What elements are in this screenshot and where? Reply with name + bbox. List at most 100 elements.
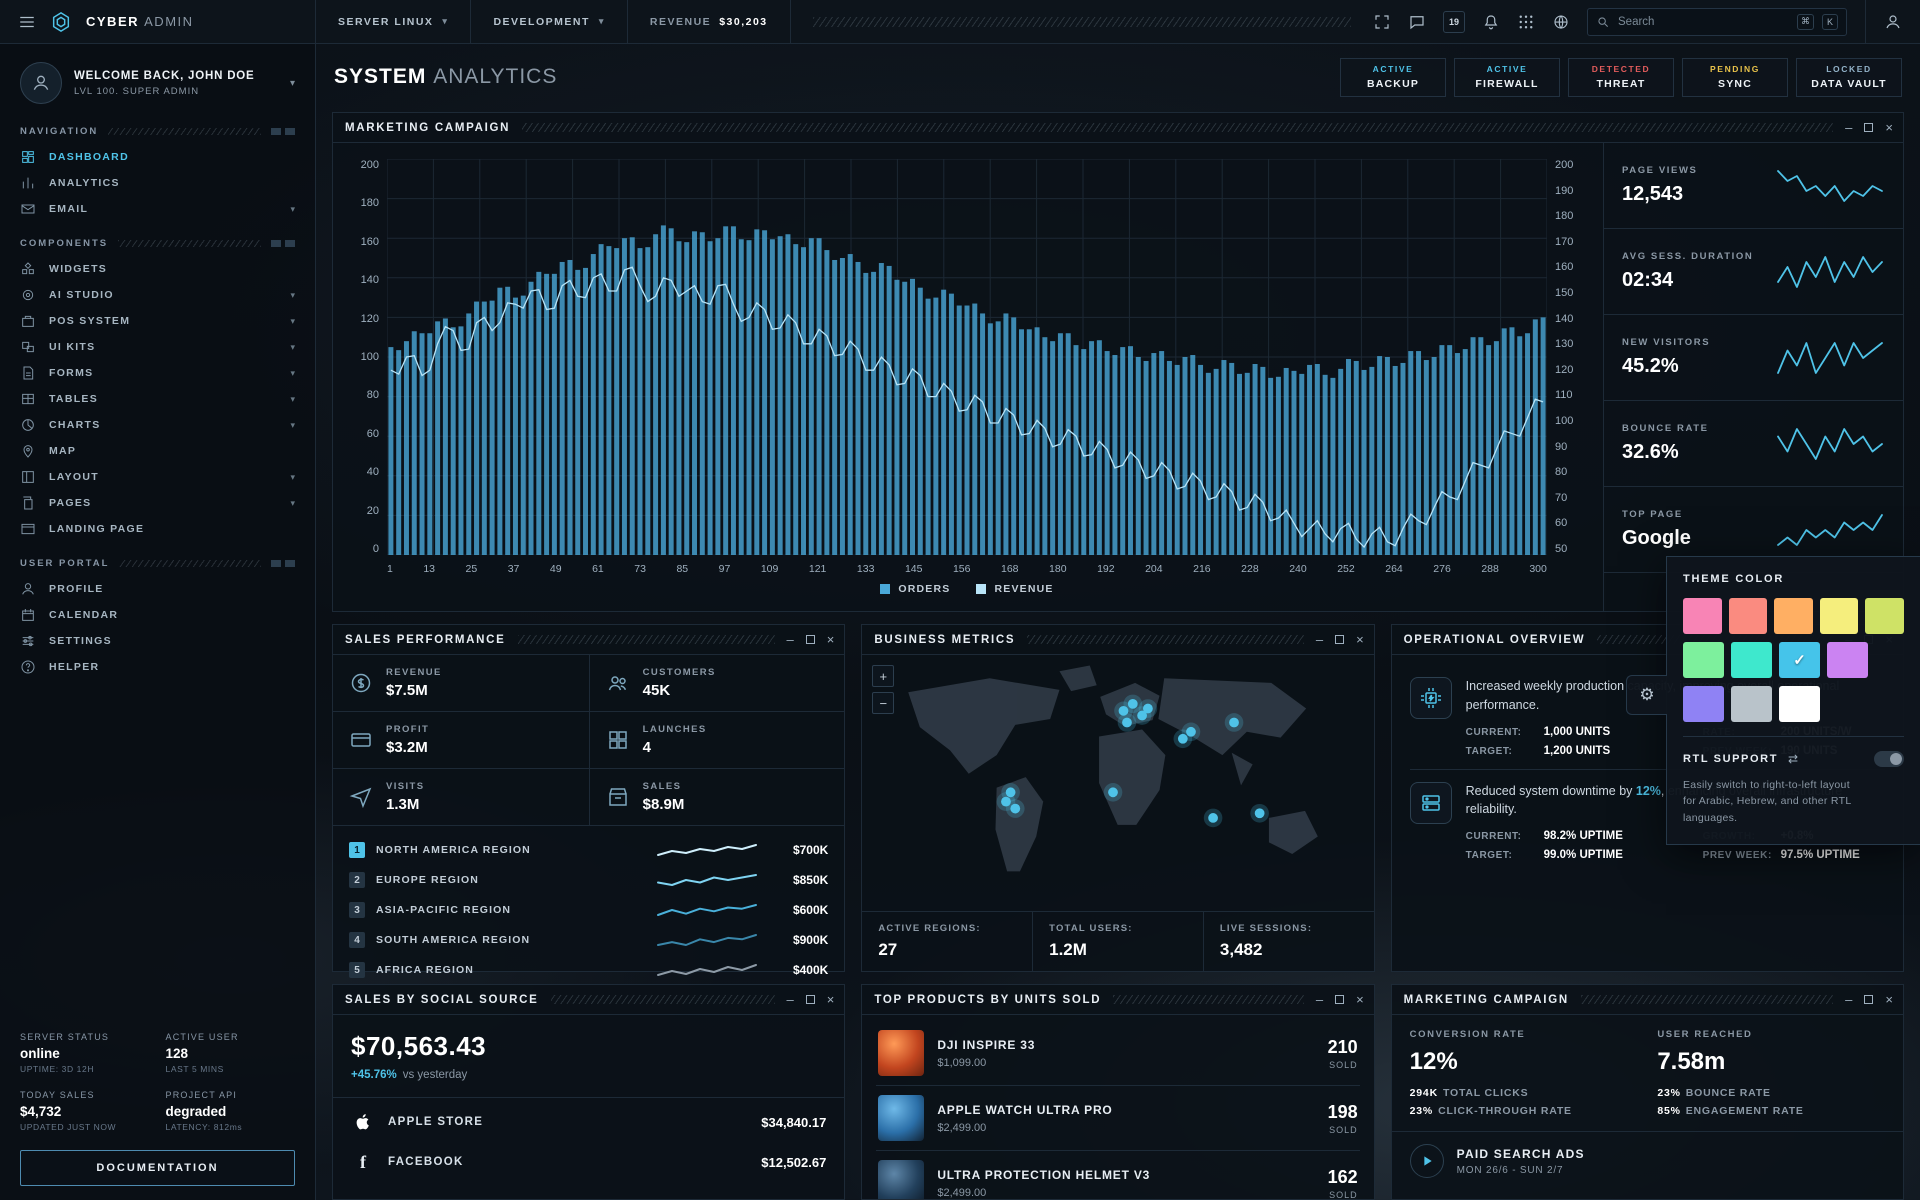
sidebar-sections: NAVIGATIONDASHBOARDANALYTICSEMAIL▾COMPON… [20, 110, 295, 680]
theme-swatch-f884b5[interactable] [1683, 598, 1722, 634]
theme-swatch-ffaf63[interactable] [1774, 598, 1813, 634]
sidebar-item-map[interactable]: MAP [20, 438, 295, 464]
sidebar-item-widgets[interactable]: WIDGETS [20, 256, 295, 282]
maximize-icon[interactable] [806, 635, 815, 644]
sidebar-item-pages[interactable]: PAGES▾ [20, 490, 295, 516]
maximize-icon[interactable] [1864, 995, 1873, 1004]
minimize-icon[interactable]: – [787, 993, 794, 1006]
minimize-icon[interactable]: – [1845, 121, 1852, 134]
social-row-facebook[interactable]: fFACEBOOK$12,502.67 [351, 1142, 826, 1182]
region-row-africa-region[interactable]: 5AFRICA REGION$400K [349, 955, 828, 985]
section-handle [271, 240, 295, 247]
region-row-europe-region[interactable]: 2EUROPE REGION$850K [349, 865, 828, 895]
left-axis: 200180160140120100806040200 [339, 159, 379, 555]
maximize-icon[interactable] [1335, 995, 1344, 1004]
chevron-down-icon: ▾ [290, 78, 295, 89]
user-menu[interactable] [1865, 0, 1920, 43]
visits-icon [349, 785, 373, 809]
ops-stat-target: TARGET:99.0% UPTIME [1466, 849, 1685, 861]
maximize-icon[interactable] [806, 995, 815, 1004]
region-row-north-america-region[interactable]: 1NORTH AMERICA REGION$700K [349, 835, 828, 865]
close-icon[interactable]: × [1356, 633, 1364, 646]
chat-icon[interactable] [1408, 13, 1426, 31]
ops-stat-current: CURRENT:1,000 UNITS [1466, 726, 1685, 738]
sidebar-item-layout[interactable]: LAYOUT▾ [20, 464, 295, 490]
social-total: $70,563.43 [351, 1031, 826, 1062]
metric-visits: VISITS1.3M [333, 769, 589, 826]
documentation-button[interactable]: DOCUMENTATION [20, 1150, 295, 1186]
maximize-icon[interactable] [1335, 635, 1344, 644]
product-row-ultra-protection-helmet-v3[interactable]: ULTRA PROTECTION HELMET V3$2,499.00162SO… [876, 1150, 1359, 1199]
minimize-icon[interactable]: – [1316, 633, 1323, 646]
badge-data-vault[interactable]: LOCKEDDATA VAULT [1796, 58, 1902, 97]
minimize-icon[interactable]: – [787, 633, 794, 646]
sidebar-item-dashboard[interactable]: DASHBOARD [20, 144, 295, 170]
chart-plot[interactable] [387, 159, 1547, 555]
theme-swatch-fa8b80[interactable] [1729, 598, 1768, 634]
sidebar-item-forms[interactable]: FORMS▾ [20, 360, 295, 386]
theme-swatch-f5ee7d[interactable] [1820, 598, 1859, 634]
user-icon [1884, 13, 1902, 31]
notifications-bell-icon[interactable] [1482, 13, 1500, 31]
product-row-apple-watch-ultra-pro[interactable]: APPLE WATCH ULTRA PRO$2,499.00198SOLD [876, 1085, 1359, 1150]
badge-backup[interactable]: ACTIVEBACKUP [1340, 58, 1446, 97]
map-zoom-out-button[interactable]: − [872, 692, 894, 714]
sidebar-item-landing-page[interactable]: LANDING PAGE [20, 516, 295, 542]
sidebar-item-charts[interactable]: CHARTS▾ [20, 412, 295, 438]
sidebar-item-email[interactable]: EMAIL▾ [20, 196, 295, 222]
sidebar-item-tables[interactable]: TABLES▾ [20, 386, 295, 412]
app-title: CYBER ADMIN [86, 14, 194, 29]
maximize-icon[interactable] [1864, 123, 1873, 132]
social-row-apple-store[interactable]: APPLE STORE$34,840.17 [351, 1102, 826, 1142]
sidebar-item-ai-studio[interactable]: AI STUDIO▾ [20, 282, 295, 308]
world-map[interactable]: + − [862, 655, 1373, 911]
stat-card-new-visitors: NEW VISITORS45.2% [1604, 315, 1903, 401]
close-icon[interactable]: × [827, 633, 835, 646]
calendar-date-icon[interactable]: 19 [1443, 11, 1465, 33]
badge-firewall[interactable]: ACTIVEFIREWALL [1454, 58, 1560, 97]
theme-swatch-7df09d[interactable] [1683, 642, 1724, 678]
badge-threat[interactable]: DETECTEDTHREAT [1568, 58, 1674, 97]
close-icon[interactable]: × [1356, 993, 1364, 1006]
panel-header: MARKETING CAMPAIGN – × [333, 113, 1903, 143]
sidebar-item-profile[interactable]: PROFILE [20, 576, 295, 602]
product-row-dji-inspire-33[interactable]: DJI INSPIRE 33$1,099.00210SOLD [876, 1021, 1359, 1085]
panel-title: BUSINESS METRICS [874, 634, 1015, 646]
theme-swatch-b9c3ca[interactable] [1731, 686, 1772, 722]
minimize-icon[interactable]: – [1316, 993, 1323, 1006]
app-grid-icon[interactable] [1517, 13, 1535, 31]
rank-badge: 4 [349, 932, 365, 948]
close-icon[interactable]: × [1885, 993, 1893, 1006]
theme-settings-gear-icon[interactable]: ⚙ [1626, 675, 1667, 715]
sidebar-item-settings[interactable]: SETTINGS [20, 628, 295, 654]
sidebar-item-analytics[interactable]: ANALYTICS [20, 170, 295, 196]
theme-swatch-45c4ea[interactable]: ✓ [1779, 642, 1820, 678]
server-menu[interactable]: SERVER LINUX▾ [316, 0, 471, 43]
sidebar-item-pos-system[interactable]: POS SYSTEM▾ [20, 308, 295, 334]
search-box: ⌘ K [1587, 8, 1847, 36]
close-icon[interactable]: × [827, 993, 835, 1006]
sidebar-item-helper[interactable]: HELPER [20, 654, 295, 680]
theme-swatch-8f82f4[interactable] [1683, 686, 1724, 722]
close-icon[interactable]: × [1885, 121, 1893, 134]
sidebar-item-calendar[interactable]: CALENDAR [20, 602, 295, 628]
theme-swatch-cb83f2[interactable] [1827, 642, 1868, 678]
map-zoom-in-button[interactable]: + [872, 665, 894, 687]
theme-swatch-cfe266[interactable] [1865, 598, 1904, 634]
rtl-toggle[interactable] [1874, 751, 1904, 767]
environment-menu[interactable]: DEVELOPMENT▾ [471, 0, 627, 43]
theme-swatch-3ee8cd[interactable] [1731, 642, 1772, 678]
region-row-asia-pacific-region[interactable]: 3ASIA-PACIFIC REGION$600K [349, 895, 828, 925]
hamburger-menu-icon[interactable] [18, 13, 36, 31]
globe-icon[interactable] [1552, 13, 1570, 31]
minimize-icon[interactable]: – [1845, 993, 1852, 1006]
sidebar-item-ui-kits[interactable]: UI KITS▾ [20, 334, 295, 360]
search-input[interactable] [1618, 16, 1789, 28]
badge-sync[interactable]: PENDINGSYNC [1682, 58, 1788, 97]
theme-swatch-ffffff[interactable] [1779, 686, 1820, 722]
chevron-down-icon: ▾ [290, 290, 295, 301]
region-row-south-america-region[interactable]: 4SOUTH AMERICA REGION$900K [349, 925, 828, 955]
bm-stat-total-users: TOTAL USERS:1.2M [1032, 912, 1203, 971]
fullscreen-icon[interactable] [1373, 13, 1391, 31]
user-welcome[interactable]: WELCOME BACK, JOHN DOE LVL 100. SUPER AD… [20, 58, 295, 110]
